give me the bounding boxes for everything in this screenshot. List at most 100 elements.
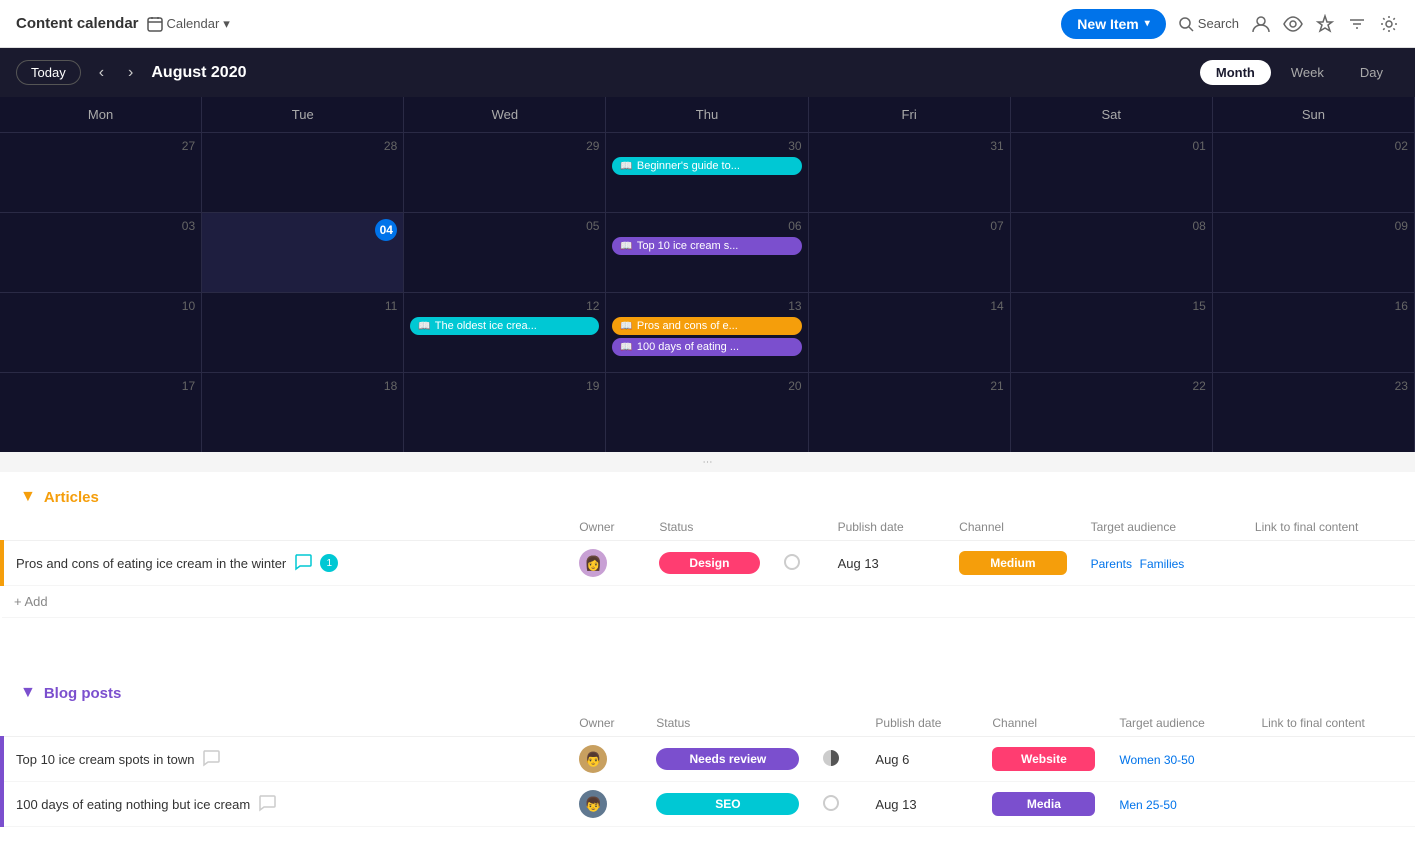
tab-day[interactable]: Day	[1344, 60, 1399, 85]
event-book-icon-3: 📖	[418, 321, 430, 332]
event-book-icon: 📖	[620, 161, 632, 172]
article-name-cell: Pros and cons of eating ice cream in the…	[2, 541, 567, 586]
event-oldest-ice-cream[interactable]: 📖 The oldest ice crea...	[410, 317, 599, 335]
cal-cell-13[interactable]: 13 📖 Pros and cons of e... 📖 100 days of…	[606, 292, 808, 372]
bp-channel-2[interactable]: Media	[980, 782, 1107, 827]
blog-posts-collapse-button[interactable]: ▼	[20, 684, 36, 702]
app-title: Content calendar	[16, 15, 139, 32]
add-row[interactable]: + Add	[2, 586, 1415, 618]
event-beginners-guide[interactable]: 📖 Beginner's guide to...	[612, 157, 801, 175]
cal-cell-11[interactable]: 11	[202, 292, 404, 372]
cal-cell-28[interactable]: 28	[202, 132, 404, 212]
bp-audience-1: Women 30-50	[1107, 737, 1249, 782]
cal-cell-17[interactable]: 17	[0, 372, 202, 452]
view-selector[interactable]: Calendar ▾	[147, 16, 230, 32]
view-tabs: Month Week Day	[1200, 60, 1399, 85]
add-button[interactable]: + Add	[2, 586, 1415, 618]
table-row: Top 10 ice cream spots in town 👨 Needs r…	[2, 737, 1415, 782]
cal-cell-20[interactable]: 20	[606, 372, 808, 452]
cal-cell-10[interactable]: 10	[0, 292, 202, 372]
notify-circle[interactable]	[784, 554, 800, 570]
status-seo[interactable]: SEO	[656, 793, 799, 815]
cal-cell-23[interactable]: 23	[1213, 372, 1415, 452]
bp-notify-2[interactable]	[811, 782, 863, 827]
table-row: Pros and cons of eating ice cream in the…	[2, 541, 1415, 586]
col-name	[2, 514, 567, 541]
bp-status-1[interactable]: Needs review	[644, 737, 811, 782]
pin-icon[interactable]	[1315, 14, 1335, 34]
article-notify[interactable]	[772, 541, 826, 586]
article-channel[interactable]: Medium	[947, 541, 1078, 586]
notify-half[interactable]	[823, 750, 839, 766]
status-needs-review[interactable]: Needs review	[656, 748, 799, 770]
articles-title: Articles	[44, 489, 99, 506]
channel-website[interactable]: Website	[992, 747, 1095, 771]
cal-cell-22[interactable]: 22	[1011, 372, 1213, 452]
calendar-icon	[147, 16, 163, 32]
cal-cell-08[interactable]: 08	[1011, 212, 1213, 292]
cal-cell-18[interactable]: 18	[202, 372, 404, 452]
status-badge-design[interactable]: Design	[659, 552, 759, 574]
settings-icon[interactable]	[1379, 14, 1399, 34]
next-month-button[interactable]: ›	[122, 62, 139, 84]
eye-icon[interactable]	[1283, 14, 1303, 34]
cal-cell-30[interactable]: 30 📖 Beginner's guide to...	[606, 132, 808, 212]
cal-cell-03[interactable]: 03	[0, 212, 202, 292]
today-button[interactable]: Today	[16, 60, 81, 85]
cal-cell-09[interactable]: 09	[1213, 212, 1415, 292]
comment-icon[interactable]	[294, 553, 312, 574]
bp-col-link: Link to final content	[1249, 710, 1415, 737]
resizer[interactable]: ⋯	[0, 452, 1415, 472]
prev-month-button[interactable]: ‹	[93, 62, 110, 84]
cal-cell-27[interactable]: 27	[0, 132, 202, 212]
bp-col-status: Status	[644, 710, 811, 737]
top-nav-left: Content calendar Calendar ▾	[16, 15, 230, 32]
cal-cell-19[interactable]: 19	[404, 372, 606, 452]
event-top10[interactable]: 📖 Top 10 ice cream s...	[612, 237, 801, 255]
search-button[interactable]: Search	[1178, 16, 1239, 32]
bp-status-2[interactable]: SEO	[644, 782, 811, 827]
tag-parents[interactable]: Parents	[1091, 557, 1132, 571]
tag-women-30-50[interactable]: Women 30-50	[1119, 753, 1194, 767]
col-link: Link to final content	[1243, 514, 1415, 541]
cal-cell-29[interactable]: 29	[404, 132, 606, 212]
tag-families[interactable]: Families	[1140, 557, 1185, 571]
channel-medium[interactable]: Medium	[959, 551, 1066, 575]
bp-col-publish-date: Publish date	[863, 710, 980, 737]
comment-icon-gray-1[interactable]	[202, 749, 220, 770]
cal-cell-21[interactable]: 21	[809, 372, 1011, 452]
bp-col-target-audience: Target audience	[1107, 710, 1249, 737]
notify-circle-2[interactable]	[823, 795, 839, 811]
cal-cell-02-sun[interactable]: 02	[1213, 132, 1415, 212]
cal-cell-12[interactable]: 12 📖 The oldest ice crea...	[404, 292, 606, 372]
tab-month[interactable]: Month	[1200, 60, 1271, 85]
article-status[interactable]: Design	[647, 541, 771, 586]
header-thu: Thu	[606, 97, 808, 132]
event-100days[interactable]: 📖 100 days of eating ...	[612, 338, 801, 356]
comment-icon-gray-2[interactable]	[258, 794, 276, 815]
header-mon: Mon	[0, 97, 202, 132]
header-tue: Tue	[202, 97, 404, 132]
col-publish-date: Publish date	[826, 514, 948, 541]
bp-col-notify	[811, 710, 863, 737]
cal-cell-06[interactable]: 06 📖 Top 10 ice cream s...	[606, 212, 808, 292]
bp-notify-1[interactable]	[811, 737, 863, 782]
user-icon[interactable]	[1251, 14, 1271, 34]
tag-men-25-50[interactable]: Men 25-50	[1119, 798, 1176, 812]
event-pros-cons[interactable]: 📖 Pros and cons of e...	[612, 317, 801, 335]
cal-cell-14[interactable]: 14	[809, 292, 1011, 372]
channel-media[interactable]: Media	[992, 792, 1095, 816]
cal-cell-15[interactable]: 15	[1011, 292, 1213, 372]
cal-cell-01-sat[interactable]: 01	[1011, 132, 1213, 212]
tab-week[interactable]: Week	[1275, 60, 1340, 85]
cal-cell-07[interactable]: 07	[809, 212, 1011, 292]
cal-cell-05[interactable]: 05	[404, 212, 606, 292]
cal-cell-04-today[interactable]: 04	[202, 212, 404, 292]
comment-count: 1	[320, 554, 338, 572]
filter-icon[interactable]	[1347, 14, 1367, 34]
new-item-button[interactable]: New Item ▾	[1061, 9, 1166, 39]
bp-channel-1[interactable]: Website	[980, 737, 1107, 782]
cal-cell-16[interactable]: 16	[1213, 292, 1415, 372]
cal-cell-31[interactable]: 31	[809, 132, 1011, 212]
articles-collapse-button[interactable]: ▼	[20, 488, 36, 506]
